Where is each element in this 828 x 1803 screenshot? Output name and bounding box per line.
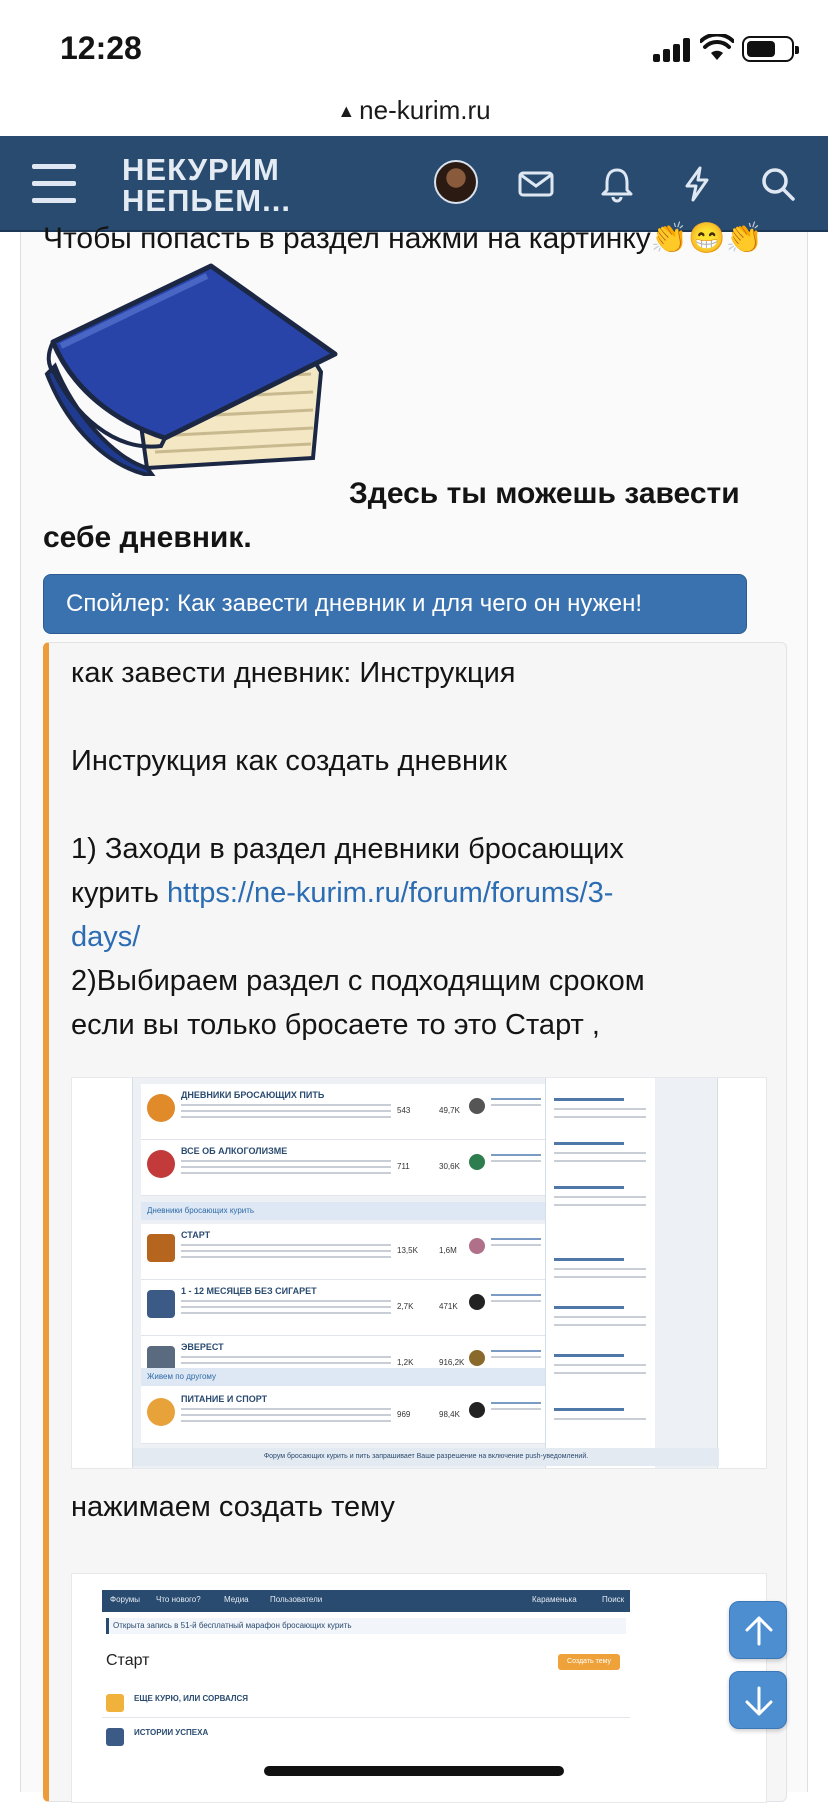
- spoiler-button[interactable]: Спойлер: Как завести дневник и для чего …: [43, 574, 747, 634]
- screenshot-row: ЕЩЕ КУРЮ, ИЛИ СОРВАЛСЯ: [102, 1688, 630, 1718]
- scroll-up-button[interactable]: [729, 1601, 787, 1659]
- menu-icon[interactable]: [32, 164, 76, 204]
- site-header: НЕКУРИМ НЕПЬЕМ...: [0, 136, 828, 232]
- post-content: Чтобы попасть в раздел нажми на картинку…: [20, 222, 808, 1803]
- screenshot-row: ИСТОРИИ УСПЕХА: [102, 1722, 630, 1752]
- avatar[interactable]: [434, 160, 478, 204]
- screenshot-frame: ДНЕВНИКИ БРОСАЮЩИХ ПИТЬ 543 49,7K ВСЕ ОБ …: [132, 1078, 719, 1468]
- logo-line1: НЕКУРИМ: [122, 152, 280, 187]
- signal-icon: [653, 38, 691, 62]
- instruction-title: Инструкция как создать дневник: [71, 745, 507, 777]
- forum-screenshot-1[interactable]: ДНЕВНИКИ БРОСАЮЩИХ ПИТЬ 543 49,7K ВСЕ ОБ …: [71, 1077, 767, 1469]
- mail-icon[interactable]: [516, 164, 556, 204]
- book-caption: Здесь ты можешь завести себе дневник.: [43, 477, 740, 554]
- battery-icon: [742, 36, 799, 62]
- screenshot-group-header: Живем по другому: [141, 1368, 545, 1386]
- screenshot-row: СТАРТ 13,5K 1,6M: [141, 1224, 545, 1280]
- scroll-down-button[interactable]: [729, 1671, 787, 1729]
- warning-icon: ▲: [337, 101, 356, 121]
- screenshot-row: 1 - 12 МЕСЯЦЕВ БЕЗ СИГАРЕТ 2,7K 471K: [141, 1280, 545, 1336]
- spoiler-content: как завести дневник: Инструкция Инструкц…: [43, 642, 787, 1803]
- screenshot-row: ПИТАНИЕ И СПОРТ 969 98,4K: [141, 1388, 545, 1444]
- status-bar: 12:28: [0, 0, 828, 94]
- arrow-down-icon: [745, 1686, 773, 1716]
- step3-text: нажимаем создать тему: [71, 1491, 395, 1523]
- screenshot-footer: Форум бросающих курить и пить запрашивае…: [133, 1448, 719, 1466]
- step1-text: 1) Заходи в раздел дневники бросающих ку…: [71, 827, 661, 959]
- url-text: ne-kurim.ru: [359, 95, 491, 125]
- arrow-up-icon: [745, 1616, 773, 1646]
- status-time: 12:28: [60, 30, 142, 66]
- screenshot-row: ВСЕ ОБ АЛКОГОЛИЗМЕ 711 30,6K: [141, 1140, 545, 1196]
- lightning-icon[interactable]: [677, 164, 717, 204]
- book-image-link[interactable]: [43, 262, 343, 476]
- screenshot-sidebar: [545, 1078, 655, 1468]
- screenshot-notice: Открыта запись в 51-й бесплатный марафон…: [106, 1618, 626, 1634]
- screenshot-nav: Форумы Что нового? Медиа Пользователи Ка…: [102, 1590, 630, 1612]
- bell-icon[interactable]: [597, 164, 637, 204]
- logo-line2: НЕПЬЕМ...: [122, 183, 291, 218]
- screenshot-title: Старт: [106, 1652, 150, 1669]
- step2-line2: если вы только бросаете то это Старт ,: [71, 1009, 600, 1041]
- search-icon[interactable]: [758, 164, 798, 204]
- site-logo[interactable]: НЕКУРИМ НЕПЬЕМ...: [122, 154, 291, 216]
- address-bar[interactable]: ▲ ne-kurim.ru: [0, 88, 828, 136]
- intro-text: Чтобы попасть в раздел нажми на картинку…: [43, 222, 763, 255]
- spoiler-heading: как завести дневник: Инструкция: [71, 657, 516, 689]
- home-indicator[interactable]: [264, 1766, 564, 1776]
- screenshot-row: ДНЕВНИКИ БРОСАЮЩИХ ПИТЬ 543 49,7K: [141, 1084, 545, 1140]
- screenshot-create-button: Создать тему: [558, 1654, 620, 1670]
- step2-line1: 2)Выбираем раздел с подходящим сроком: [71, 965, 645, 997]
- screenshot-group-header: Дневники бросающих курить: [141, 1202, 545, 1220]
- wifi-icon: [700, 34, 734, 60]
